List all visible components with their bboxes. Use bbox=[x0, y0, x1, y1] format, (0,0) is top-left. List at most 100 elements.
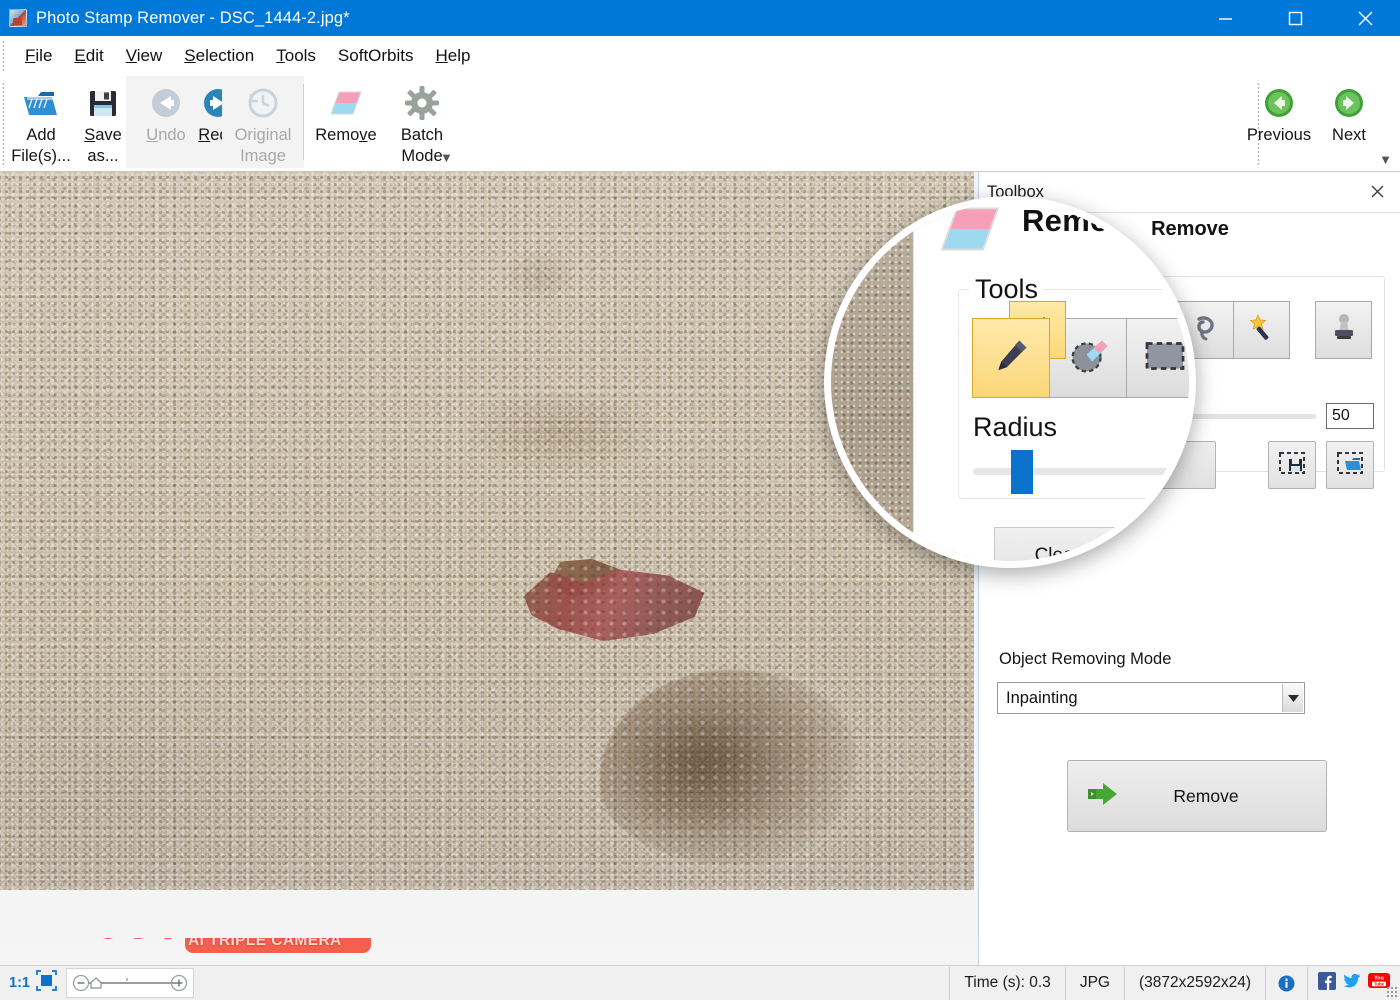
original-image-label-line1: Original bbox=[235, 125, 292, 145]
zoom-slider[interactable] bbox=[66, 968, 194, 998]
window-title: Photo Stamp Remover - DSC_1444-2.jpg* bbox=[36, 9, 350, 28]
clone-stamp-icon bbox=[1330, 313, 1358, 348]
tool-magic-wand[interactable] bbox=[1233, 301, 1290, 359]
magnified-radius-thumb[interactable] bbox=[1011, 450, 1033, 494]
original-image-button[interactable]: Original Image bbox=[225, 76, 301, 168]
next-button[interactable]: Next bbox=[1314, 76, 1384, 168]
twitter-icon[interactable] bbox=[1343, 972, 1361, 995]
load-selection-button[interactable] bbox=[1326, 441, 1374, 489]
window-controls bbox=[1190, 0, 1400, 36]
eraser-icon bbox=[327, 82, 365, 124]
magnified-toolbox-panel: Toolbox Remove Tools bbox=[913, 197, 1196, 568]
status-format: JPG bbox=[1065, 967, 1124, 1000]
save-selection-button[interactable] bbox=[1268, 441, 1316, 489]
title-bar: Photo Stamp Remover - DSC_1444-2.jpg* bbox=[0, 0, 1400, 36]
radius-value-input[interactable]: 50 bbox=[1326, 403, 1374, 429]
toolbar-group-actions: Remove bbox=[308, 76, 460, 168]
svg-text:Tube: Tube bbox=[1374, 981, 1385, 986]
status-dimensions: (3872x2592x24) bbox=[1124, 967, 1265, 1000]
menu-bar: File Edit View Selection Tools SoftOrbit… bbox=[0, 36, 1400, 76]
object-removing-mode-label: Object Removing Mode bbox=[999, 650, 1171, 669]
add-files-label-line1: Add bbox=[26, 125, 55, 145]
info-icon[interactable] bbox=[1265, 967, 1307, 1000]
next-label: Next bbox=[1332, 125, 1366, 145]
mode-selected-value: Inpainting bbox=[1006, 689, 1078, 708]
save-as-label-line2: as... bbox=[87, 146, 118, 166]
previous-label: Previous bbox=[1247, 125, 1311, 145]
app-logo-icon bbox=[9, 9, 27, 27]
footprint-impression bbox=[600, 670, 855, 865]
magnified-radius-label: Radius bbox=[973, 412, 1057, 443]
maximize-button[interactable] bbox=[1260, 0, 1330, 36]
canvas-background bbox=[0, 890, 978, 938]
status-time: Time (s): 0.3 bbox=[949, 967, 1064, 1000]
magnified-tool-pencil[interactable] bbox=[972, 318, 1050, 398]
magnified-tools-group: Tools bbox=[958, 289, 1196, 499]
toolbar-group-original: Original Image bbox=[222, 76, 304, 168]
magic-wand-icon bbox=[1247, 313, 1277, 348]
chevron-down-icon[interactable] bbox=[1282, 684, 1303, 712]
menu-item-selection[interactable]: Selection bbox=[173, 42, 265, 70]
beach-photo[interactable]: SHOT ON MI 9T AI TRIPLE CAMERA bbox=[0, 172, 974, 890]
menu-item-help[interactable]: Help bbox=[425, 42, 482, 70]
status-bar: 1:1 bbox=[0, 965, 1400, 1000]
facebook-icon[interactable] bbox=[1318, 972, 1336, 995]
open-folder-icon bbox=[22, 82, 60, 124]
save-as-label-line1: Save bbox=[84, 125, 122, 145]
main-toolbar: Add File(s)... Save as... bbox=[0, 76, 1400, 172]
lasso-icon bbox=[1191, 313, 1221, 348]
remove-button-label: Remove bbox=[1120, 786, 1292, 807]
remove-button[interactable]: Remove bbox=[1067, 760, 1327, 832]
green-arrow-icon bbox=[1086, 780, 1120, 813]
toolbar-overflow-chevron-icon[interactable]: ▼ bbox=[440, 150, 453, 165]
magnifier-lens: Toolbox Remove Tools bbox=[824, 196, 1196, 568]
menu-item-softorbits[interactable]: SoftOrbits bbox=[327, 42, 425, 70]
magnifier-content: Toolbox Remove Tools bbox=[831, 203, 1189, 561]
original-image-label-line2: Image bbox=[240, 146, 286, 166]
add-files-button[interactable]: Add File(s)... bbox=[10, 76, 72, 168]
save-selection-icon bbox=[1278, 450, 1306, 481]
magnified-eraser-icon bbox=[934, 201, 1006, 262]
remove-toolbar-button[interactable]: Remove bbox=[308, 76, 384, 168]
clock-history-icon bbox=[245, 82, 281, 124]
fit-to-window-icon[interactable] bbox=[34, 970, 57, 996]
toolbar-nav-overflow-icon[interactable]: ▼ bbox=[1379, 152, 1392, 167]
floppy-disk-icon bbox=[86, 82, 120, 124]
selection-io-buttons bbox=[1268, 441, 1374, 489]
leaf-detail bbox=[542, 558, 628, 604]
rectangle-select-icon bbox=[1142, 338, 1188, 379]
undo-arrow-icon bbox=[147, 82, 185, 124]
batch-mode-label-line1: Batch bbox=[401, 125, 443, 145]
gear-icon bbox=[404, 82, 440, 124]
menu-item-tools[interactable]: Tools bbox=[265, 42, 327, 70]
magnified-tool-row bbox=[973, 318, 1196, 398]
close-icon[interactable] bbox=[1366, 180, 1388, 202]
toolbar-group-navigation: Previous Next bbox=[1244, 76, 1384, 168]
add-files-label-line2: File(s)... bbox=[11, 146, 71, 166]
tool-clone-stamp[interactable] bbox=[1315, 301, 1372, 359]
load-selection-icon bbox=[1336, 450, 1364, 481]
previous-button[interactable]: Previous bbox=[1244, 76, 1314, 168]
batch-mode-label-line2: Mode bbox=[401, 146, 442, 166]
photo-stamp-remover-window: Photo Stamp Remover - DSC_1444-2.jpg* Fi… bbox=[0, 0, 1400, 1000]
object-removing-mode-select[interactable]: Inpainting bbox=[997, 682, 1305, 714]
remove-toolbar-label: Remove bbox=[315, 125, 376, 145]
toolbar-group-file: Add File(s)... Save as... bbox=[10, 76, 134, 168]
undo-label: Undo bbox=[146, 125, 185, 145]
magnified-tool-rectangle[interactable] bbox=[1126, 318, 1196, 398]
zoom-ratio-label: 1:1 bbox=[9, 975, 34, 991]
leaf bbox=[520, 567, 710, 653]
minimize-button[interactable] bbox=[1190, 0, 1260, 36]
green-left-arrow-icon bbox=[1261, 82, 1297, 124]
menu-item-view[interactable]: View bbox=[115, 42, 174, 70]
resize-grip[interactable] bbox=[1386, 986, 1398, 998]
menu-item-edit[interactable]: Edit bbox=[63, 42, 114, 70]
undo-button[interactable]: Undo bbox=[140, 76, 192, 168]
close-button[interactable] bbox=[1330, 0, 1400, 36]
menu-item-file[interactable]: File bbox=[14, 42, 63, 70]
pencil-icon bbox=[990, 335, 1032, 382]
save-as-button[interactable]: Save as... bbox=[72, 76, 134, 168]
magnified-radius-track[interactable] bbox=[973, 468, 1196, 475]
green-right-arrow-icon bbox=[1331, 82, 1367, 124]
magnified-remove-title: Remove bbox=[1022, 203, 1144, 239]
